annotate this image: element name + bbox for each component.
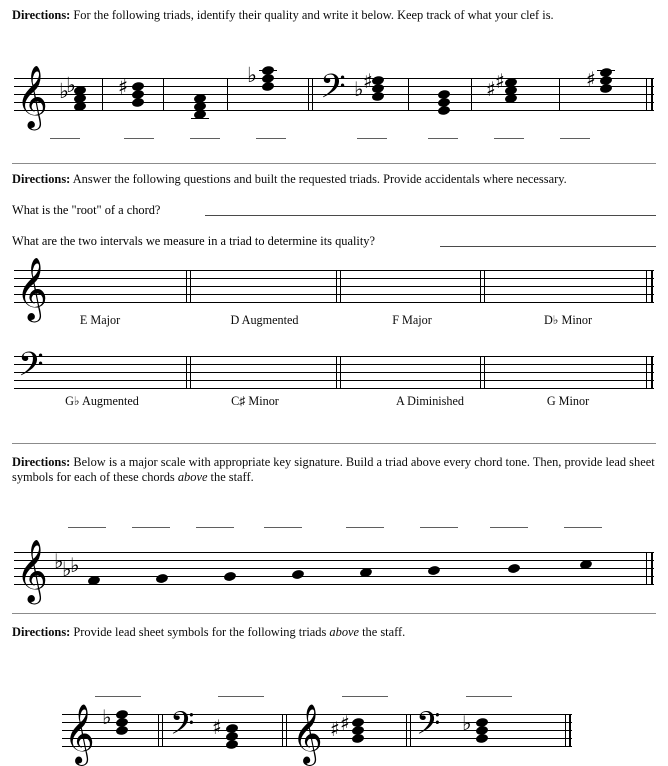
svg-text:♯: ♯ <box>212 715 222 739</box>
svg-text:♭: ♭ <box>462 711 471 735</box>
chord-label-bass-3: A Diminished <box>395 394 465 408</box>
svg-text:♯: ♯ <box>495 69 505 93</box>
svg-text:𝄢: 𝄢 <box>170 705 194 749</box>
scale-blank-3[interactable] <box>196 527 234 528</box>
directions-label-3: Directions: <box>12 455 71 469</box>
bass-clef-icon: 𝄢 <box>416 705 440 749</box>
directions-emphasis-3: above <box>177 470 208 484</box>
directions-label-2: Directions: <box>12 172 71 186</box>
svg-text:𝄞: 𝄞 <box>292 704 323 766</box>
question-2-answer-line[interactable] <box>440 246 656 247</box>
chord-label-treble-4: D♭ Minor <box>543 313 593 327</box>
directions-identify-triads: Directions: For the following triads, id… <box>12 8 658 23</box>
directions-text-2: Answer the following questions and built… <box>70 172 567 186</box>
bass-clef-icon: 𝄢 <box>320 68 346 114</box>
scale-blank-8[interactable] <box>564 527 602 528</box>
answer-blank-3[interactable] <box>190 138 220 139</box>
treble-clef-icon: 𝄞 <box>16 539 48 605</box>
staff-build-treble: 𝄞 <box>14 257 654 323</box>
directions-text-4b: the staff. <box>359 625 406 639</box>
chord-label-treble-1: E Major <box>79 313 121 327</box>
svg-text:♯: ♯ <box>330 717 340 741</box>
leadsheet-chord-1: ♭ <box>102 705 128 735</box>
answer-blank-2[interactable] <box>124 138 154 139</box>
staff-major-scale: 𝄞 ♭ ♭ ♭ <box>14 539 654 605</box>
chord-label-bass-1: G♭ Augmented <box>65 394 139 408</box>
chord-label-bass-2: C♯ Minor <box>231 394 279 408</box>
staff-identify-triads: 𝄞 ♭ ♭ ♯ ♭ 𝄢 ♭ ♯ ♯ ♯ ♯ <box>14 62 654 131</box>
bass-clef-icon: 𝄢 <box>18 346 44 392</box>
answer-blank-8[interactable] <box>560 138 590 139</box>
answer-blank-4[interactable] <box>256 138 286 139</box>
staff-lead-sheet: 𝄞 ♭ 𝄢 ♯ 𝄞 ♯ ♯ 𝄢 ♭ <box>62 704 572 766</box>
svg-text:♯: ♯ <box>586 67 596 91</box>
section-divider-1 <box>12 163 656 164</box>
leadsheet-blank-2[interactable] <box>218 696 264 697</box>
leadsheet-chord-2: ♯ <box>212 715 238 749</box>
svg-text:♭: ♭ <box>102 705 111 729</box>
svg-text:♯: ♯ <box>363 69 373 93</box>
scale-blank-2[interactable] <box>132 527 170 528</box>
svg-text:♭: ♭ <box>70 553 79 577</box>
chord-measure-6 <box>438 90 450 115</box>
svg-text:𝄢: 𝄢 <box>18 346 44 392</box>
svg-text:♭: ♭ <box>66 73 76 97</box>
treble-clef-icon: 𝄞 <box>16 65 48 131</box>
scale-blank-5[interactable] <box>346 527 384 528</box>
question-1-prompt: What is the "root" of a chord? <box>12 203 161 217</box>
svg-text:♯: ♯ <box>118 75 128 99</box>
svg-text:𝄢: 𝄢 <box>416 705 440 749</box>
section-divider-2 <box>12 443 656 444</box>
treble-clef-icon: 𝄞 <box>292 704 323 766</box>
directions-build-triads: Directions: Answer the following questio… <box>12 172 658 187</box>
chord-measure-4: ♭ <box>247 63 277 91</box>
worksheet-page: Directions: For the following triads, id… <box>0 0 668 766</box>
directions-label-1: Directions: <box>12 8 71 22</box>
bass-clef-icon: 𝄢 <box>170 705 194 749</box>
question-2-prompt: What are the two intervals we measure in… <box>12 234 375 248</box>
answer-blank-7[interactable] <box>494 138 524 139</box>
svg-text:𝄞: 𝄞 <box>16 65 48 131</box>
svg-text:𝄢: 𝄢 <box>320 68 346 114</box>
directions-text-1: For the following triads, identify their… <box>70 8 554 22</box>
leadsheet-blank-3[interactable] <box>342 696 388 697</box>
question-1-answer-line[interactable] <box>205 215 656 216</box>
svg-text:♯: ♯ <box>340 711 350 735</box>
staff-lines <box>14 270 654 303</box>
answer-blank-5[interactable] <box>357 138 387 139</box>
leadsheet-blank-4[interactable] <box>466 696 512 697</box>
directions-text-3b: the staff. <box>207 470 254 484</box>
chord-label-treble-2: D Augmented <box>230 313 299 327</box>
svg-text:𝄞: 𝄞 <box>64 704 95 766</box>
chord-label-bass-4: G Minor <box>546 394 590 408</box>
chord-label-treble-3: F Major <box>392 313 432 327</box>
answer-blank-1[interactable] <box>50 138 80 139</box>
staff-build-bass: 𝄢 <box>14 346 654 392</box>
directions-emphasis-4: above <box>329 625 360 639</box>
staff-lines <box>14 356 654 389</box>
directions-text-4a: Provide lead sheet symbols for the follo… <box>70 625 330 639</box>
chord-measure-3 <box>191 94 209 120</box>
treble-clef-icon: 𝄞 <box>64 704 95 766</box>
scale-blank-7[interactable] <box>490 527 528 528</box>
scale-notes <box>88 560 592 585</box>
section-divider-3 <box>12 613 656 614</box>
staff-lines <box>14 552 654 585</box>
directions-lead-sheet-symbols: Directions: Provide lead sheet symbols f… <box>12 625 658 640</box>
scale-blank-1[interactable] <box>68 527 106 528</box>
chord-measure-5: ♭ ♯ <box>354 69 384 101</box>
directions-text-3a: Below is a major scale with appropriate … <box>12 455 655 484</box>
directions-build-scale-triads: Directions: Below is a major scale with … <box>12 455 658 485</box>
svg-text:♭: ♭ <box>247 63 257 87</box>
chord-measure-8: ♯ <box>586 67 615 93</box>
chord-measure-7: ♯ ♯ <box>486 69 517 103</box>
answer-blank-6[interactable] <box>428 138 458 139</box>
directions-label-4: Directions: <box>12 625 71 639</box>
leadsheet-blank-1[interactable] <box>95 696 141 697</box>
scale-blank-4[interactable] <box>264 527 302 528</box>
svg-text:𝄞: 𝄞 <box>16 539 48 605</box>
scale-blank-6[interactable] <box>420 527 458 528</box>
